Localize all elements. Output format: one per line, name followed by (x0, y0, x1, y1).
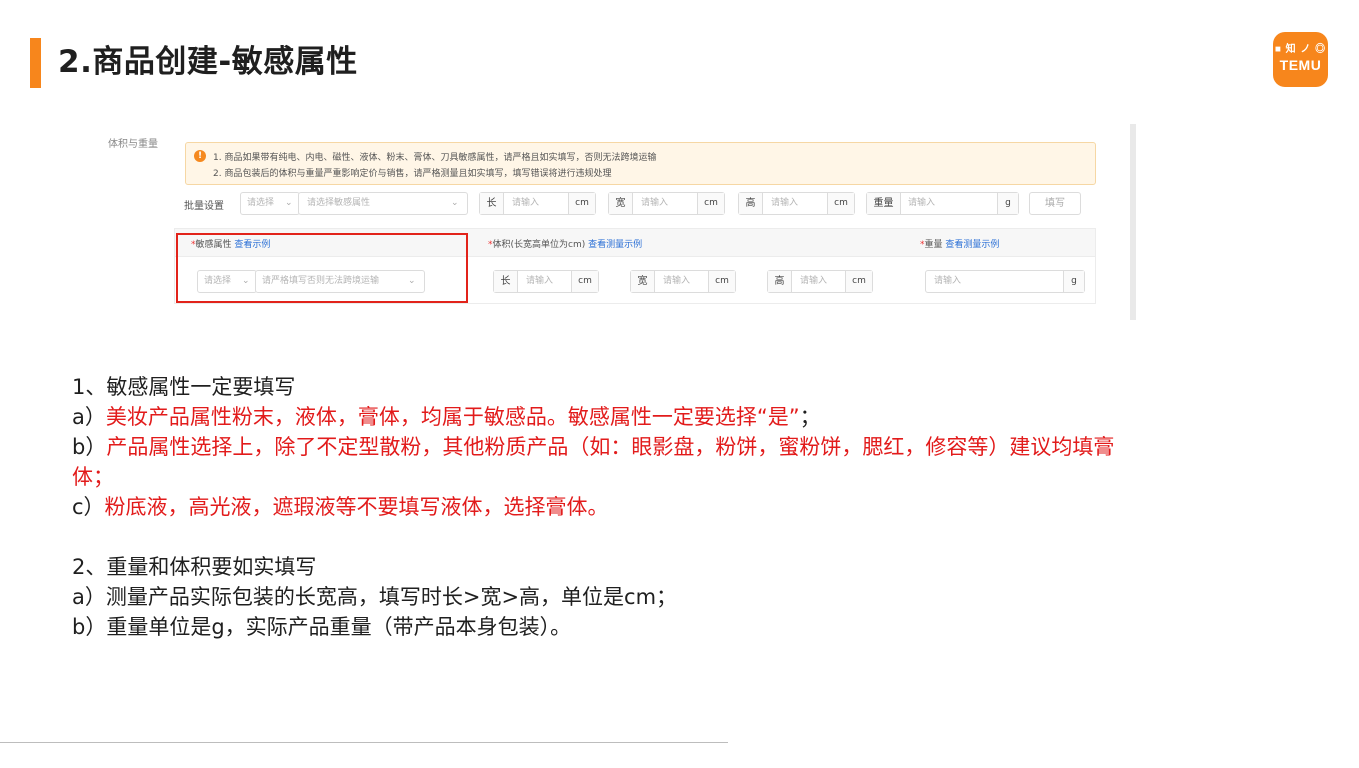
input-placeholder: 请输入 (934, 276, 962, 286)
input-placeholder: 请输入 (663, 276, 691, 286)
batch-select-yesno[interactable]: 请选择 ⌄ (240, 192, 300, 215)
select-value: 请选择 (247, 198, 275, 208)
select-value: 请选择敏感属性 (307, 198, 371, 208)
unit-cm: cm (571, 271, 598, 292)
note-prefix: b） (72, 435, 107, 459)
instruction-notes: 1、敏感属性一定要填写 a）美妆产品属性粉末，液体，膏体，均属于敏感品。敏感属性… (72, 372, 1132, 642)
alert-line-1: 1. 商品如果带有纯电、内电、磁性、液体、粉末、膏体、刀具敏感属性，请严格且如实… (213, 153, 657, 163)
row-height-input[interactable]: 高 请输入 cm (767, 270, 873, 293)
input-placeholder: 请输入 (641, 198, 669, 208)
length-prefix: 长 (494, 271, 518, 292)
col-volume: *体积(长宽高单位为cm) 查看测量示例 (488, 240, 643, 250)
input-placeholder: 请输入 (908, 198, 936, 208)
col-weight: *重量 查看测量示例 (920, 240, 1000, 250)
title-accent-bar (30, 38, 41, 88)
weight-prefix: 重量 (867, 193, 901, 214)
exclamation-icon: ! (194, 150, 206, 162)
scrollbar[interactable] (1130, 124, 1136, 320)
temu-logo: ■ 知 ノ ◎ TEMU (1273, 32, 1328, 87)
batch-width-input[interactable]: 宽 请输入 cm (608, 192, 725, 215)
chevron-down-icon: ⌄ (285, 198, 293, 208)
note-2a: a）测量产品实际包装的长宽高，填写时长>宽>高，单位是cm； (72, 585, 678, 609)
unit-cm: cm (568, 193, 595, 214)
logo-mark: ■ 知 ノ ◎ (1274, 44, 1327, 55)
note-prefix: c） (72, 495, 105, 519)
note-text: 粉底液，高光液，遮瑕液等不要填写液体，选择膏体。 (104, 495, 609, 519)
input-placeholder: 请输入 (771, 198, 799, 208)
input-placeholder: 请输入 (512, 198, 540, 208)
height-prefix: 高 (739, 193, 763, 214)
logo-name: TEMU (1279, 57, 1322, 73)
batch-length-input[interactable]: 长 请输入 cm (479, 192, 596, 215)
section-side-label: 体积与重量 (108, 139, 158, 150)
bottom-divider (0, 742, 728, 743)
batch-setting-label: 批量设置 (184, 201, 224, 212)
unit-g: g (1063, 271, 1084, 292)
batch-height-input[interactable]: 高 请输入 cm (738, 192, 855, 215)
chevron-down-icon: ⌄ (451, 198, 459, 208)
unit-cm: cm (697, 193, 724, 214)
note-1b: b）产品属性选择上，除了不定型散粉，其他粉质产品（如：眼影盘，粉饼，蜜粉饼，腮红… (72, 432, 1132, 492)
note-2b: b）重量单位是g，实际产品重量（带产品本身包装）。 (72, 615, 572, 639)
length-prefix: 长 (480, 193, 504, 214)
view-measure-example-link[interactable]: 查看测量示例 (588, 240, 642, 250)
input-placeholder: 请输入 (526, 276, 554, 286)
width-prefix: 宽 (609, 193, 633, 214)
note-1-heading: 1、敏感属性一定要填写 (72, 375, 296, 399)
sensitive-attr-highlight-box (176, 233, 468, 303)
note-1c: c）粉底液，高光液，遮瑕液等不要填写液体，选择膏体。 (72, 492, 1132, 522)
unit-cm: cm (845, 271, 872, 292)
fill-button[interactable]: 填写 (1029, 192, 1081, 215)
warning-alert: ! 1. 商品如果带有纯电、内电、磁性、液体、粉末、膏体、刀具敏感属性，请严格且… (185, 142, 1096, 185)
alert-line-2: 2. 商品包装后的体积与重量严重影响定价与销售，请严格测量且如实填写，填写错误将… (213, 169, 612, 179)
col-label: 体积(长宽高单位为cm) (492, 240, 586, 250)
row-length-input[interactable]: 长 请输入 cm (493, 270, 599, 293)
col-label: 重量 (924, 240, 943, 250)
width-prefix: 宽 (631, 271, 655, 292)
note-prefix: a） (72, 405, 106, 429)
embedded-form-screenshot: 体积与重量 ! 1. 商品如果带有纯电、内电、磁性、液体、粉末、膏体、刀具敏感属… (100, 124, 1136, 320)
unit-g: g (997, 193, 1018, 214)
note-suffix: ； (799, 405, 821, 429)
batch-select-sensitive-attr[interactable]: 请选择敏感属性 ⌄ (298, 192, 468, 215)
height-prefix: 高 (768, 271, 792, 292)
row-width-input[interactable]: 宽 请输入 cm (630, 270, 736, 293)
input-placeholder: 请输入 (800, 276, 828, 286)
unit-cm: cm (708, 271, 735, 292)
view-weight-example-link[interactable]: 查看测量示例 (945, 240, 999, 250)
note-1a: a）美妆产品属性粉末，液体，膏体，均属于敏感品。敏感属性一定要选择“是”； (72, 402, 1132, 432)
note-text: 美妆产品属性粉末，液体，膏体，均属于敏感品。敏感属性一定要选择“是” (105, 405, 800, 429)
batch-weight-input[interactable]: 重量 请输入 g (866, 192, 1019, 215)
note-text: 产品属性选择上，除了不定型散粉，其他粉质产品（如：眼影盘，粉饼，蜜粉饼，腮红，修… (72, 435, 1115, 489)
slide-title: 2.商品创建-敏感属性 (58, 44, 358, 80)
unit-cm: cm (827, 193, 854, 214)
row-weight-input[interactable]: 请输入 g (925, 270, 1085, 293)
note-2-heading: 2、重量和体积要如实填写 (72, 555, 317, 579)
